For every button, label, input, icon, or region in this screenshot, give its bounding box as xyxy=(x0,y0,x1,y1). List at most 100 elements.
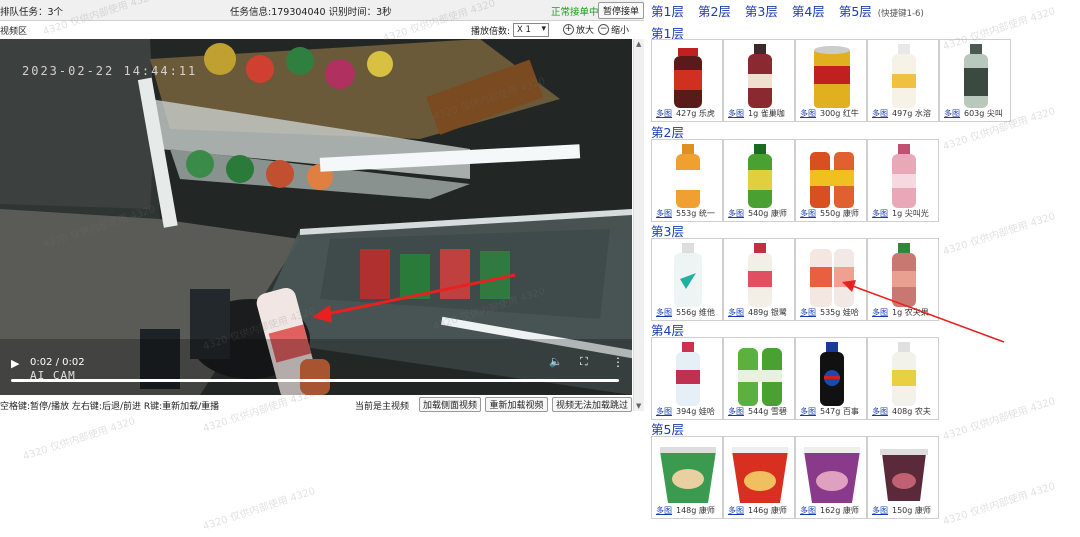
product-card[interactable]: 多图 489g 银鹭 xyxy=(723,238,795,321)
multi-image-link[interactable]: 多图 xyxy=(872,506,888,515)
zoom-in-icon: + xyxy=(563,24,574,35)
tab-layer-2[interactable]: 第2层 xyxy=(698,1,731,20)
fullscreen-icon[interactable]: ⛶ xyxy=(580,355,588,369)
play-icon[interactable]: ▶ xyxy=(11,357,19,370)
product-card[interactable]: 多图 497g 水溶 xyxy=(867,39,939,122)
product-label: 多图 603g 尖叫 xyxy=(944,108,1010,119)
vertical-scrollbar[interactable]: ▲ ▼ xyxy=(633,39,644,411)
multi-image-link[interactable]: 多图 xyxy=(800,109,816,118)
video-progress-bar[interactable] xyxy=(11,379,619,382)
product-card[interactable]: 多图 427g 乐虎 xyxy=(651,39,723,122)
product-row: 多图 394g 娃哈 多图 544g 雪碧 多图 547g 百事 多图 408g 农夫 xyxy=(651,337,939,420)
product-name: 427g 乐虎 xyxy=(676,109,715,118)
product-card[interactable]: 多图 146g 康师 xyxy=(723,436,795,519)
app-root: 排队任务：3个 任务信息:179304040 识别时间：3秒 正常接单中 暂停接… xyxy=(0,0,1080,537)
product-card[interactable]: 多图 394g 娃哈 xyxy=(651,337,723,420)
video-panel: 排队任务：3个 任务信息:179304040 识别时间：3秒 正常接单中 暂停接… xyxy=(0,0,644,537)
status-text: 正常接单中 xyxy=(551,7,599,18)
product-image xyxy=(964,44,988,108)
volume-icon[interactable]: 🔈 xyxy=(549,355,563,368)
multi-image-link[interactable]: 多图 xyxy=(872,109,888,118)
product-name: 603g 尖叫 xyxy=(964,109,1003,118)
multi-image-link[interactable]: 多图 xyxy=(656,308,672,317)
product-name: 1g 农夫果 xyxy=(892,308,929,317)
multi-image-link[interactable]: 多图 xyxy=(656,407,672,416)
load-side-video-button[interactable]: 加载侧面视频 xyxy=(419,397,481,412)
scroll-up-icon[interactable]: ▲ xyxy=(636,40,641,48)
multi-image-link[interactable]: 多图 xyxy=(728,109,744,118)
skip-video-button[interactable]: 视频无法加载跳过 xyxy=(552,397,632,412)
product-card[interactable]: 多图 162g 康师 xyxy=(795,436,867,519)
product-image xyxy=(892,243,916,307)
product-image xyxy=(676,144,700,208)
product-label: 多图 146g 康师 xyxy=(728,505,794,516)
product-label: 多图 544g 雪碧 xyxy=(728,406,794,417)
product-row: 多图 427g 乐虎 多图 1g 雀巢咖 多图 300g 红牛 多图 497g 水溶 多… xyxy=(651,39,1011,122)
product-image xyxy=(660,447,716,503)
product-image xyxy=(804,447,860,503)
multi-image-link[interactable]: 多图 xyxy=(656,506,672,515)
product-card[interactable]: 多图 540g 康师 xyxy=(723,139,795,222)
multi-image-link[interactable]: 多图 xyxy=(944,109,960,118)
queue-count: 排队任务：3个 xyxy=(0,7,64,18)
product-label: 多图 550g 康师 xyxy=(800,208,866,219)
multi-image-link[interactable]: 多图 xyxy=(800,308,816,317)
zoom-in-button[interactable]: + 放大 xyxy=(563,23,594,36)
product-label: 多图 150g 康师 xyxy=(872,505,938,516)
product-name: 540g 康师 xyxy=(748,209,787,218)
multi-image-link[interactable]: 多图 xyxy=(800,209,816,218)
multi-image-link[interactable]: 多图 xyxy=(656,209,672,218)
tab-layer-3[interactable]: 第3层 xyxy=(745,1,778,20)
tab-layer-4[interactable]: 第4层 xyxy=(792,1,825,20)
multi-image-link[interactable]: 多图 xyxy=(872,308,888,317)
video-player[interactable]: 2023-02-22 14:44:11 ▶ 0:02 / 0:02 🔈 ⛶ ⋮ … xyxy=(0,39,632,395)
product-card[interactable]: 多图 300g 红牛 xyxy=(795,39,867,122)
playback-rate-value: X 1 xyxy=(517,25,531,35)
multi-image-link[interactable]: 多图 xyxy=(728,209,744,218)
product-image xyxy=(810,152,854,208)
product-row: 多图 556g 维他 多图 489g 银鹭 多图 535g 娃哈 多图 1g 农夫果 xyxy=(651,238,939,321)
product-card[interactable]: 多图 150g 康师 xyxy=(867,436,939,519)
multi-image-link[interactable]: 多图 xyxy=(728,308,744,317)
product-name: 408g 农夫 xyxy=(892,407,931,416)
product-name: 535g 娃哈 xyxy=(820,308,859,317)
product-name: 556g 维他 xyxy=(676,308,715,317)
product-name: 146g 康师 xyxy=(748,506,787,515)
product-name: 550g 康师 xyxy=(820,209,859,218)
multi-image-link[interactable]: 多图 xyxy=(872,407,888,416)
multi-image-link[interactable]: 多图 xyxy=(728,506,744,515)
product-label: 多图 427g 乐虎 xyxy=(656,108,722,119)
playback-rate-select[interactable]: X 1 xyxy=(513,23,549,37)
product-label: 多图 408g 农夫 xyxy=(872,406,938,417)
multi-image-link[interactable]: 多图 xyxy=(800,407,816,416)
multi-image-link[interactable]: 多图 xyxy=(656,109,672,118)
multi-image-link[interactable]: 多图 xyxy=(728,407,744,416)
product-card[interactable]: 多图 544g 雪碧 xyxy=(723,337,795,420)
product-image xyxy=(892,44,916,108)
product-card[interactable]: 多图 148g 康师 xyxy=(651,436,723,519)
product-card[interactable]: 多图 603g 尖叫 xyxy=(939,39,1011,122)
product-card[interactable]: 多图 408g 农夫 xyxy=(867,337,939,420)
pause-orders-button[interactable]: 暂停接单 xyxy=(598,2,644,19)
multi-image-link[interactable]: 多图 xyxy=(800,506,816,515)
product-card[interactable]: 多图 1g 雀巢咖 xyxy=(723,39,795,122)
tab-layer-5[interactable]: 第5层 xyxy=(839,1,872,20)
product-card[interactable]: 多图 547g 百事 xyxy=(795,337,867,420)
product-name: 148g 康师 xyxy=(676,506,715,515)
zoom-out-icon: − xyxy=(598,24,609,35)
product-card[interactable]: 多图 550g 康师 xyxy=(795,139,867,222)
reload-video-button[interactable]: 重新加载视频 xyxy=(485,397,548,412)
tab-layer-1[interactable]: 第1层 xyxy=(651,1,684,20)
more-options-icon[interactable]: ⋮ xyxy=(612,355,624,369)
product-card[interactable]: 多图 1g 农夫果 xyxy=(867,238,939,321)
product-card[interactable]: 多图 535g 娃哈 xyxy=(795,238,867,321)
video-timestamp: 2023-02-22 14:44:11 xyxy=(22,64,198,78)
product-card[interactable]: 多图 556g 维他 xyxy=(651,238,723,321)
product-card[interactable]: 多图 553g 统一 xyxy=(651,139,723,222)
scroll-down-icon[interactable]: ▼ xyxy=(636,402,641,410)
main-video-indicator: 当前是主视频 xyxy=(355,402,410,412)
product-card[interactable]: 多图 1g 尖叫光 xyxy=(867,139,939,222)
product-label: 多图 540g 康师 xyxy=(728,208,794,219)
zoom-out-button[interactable]: − 缩小 xyxy=(598,23,629,36)
multi-image-link[interactable]: 多图 xyxy=(872,209,888,218)
